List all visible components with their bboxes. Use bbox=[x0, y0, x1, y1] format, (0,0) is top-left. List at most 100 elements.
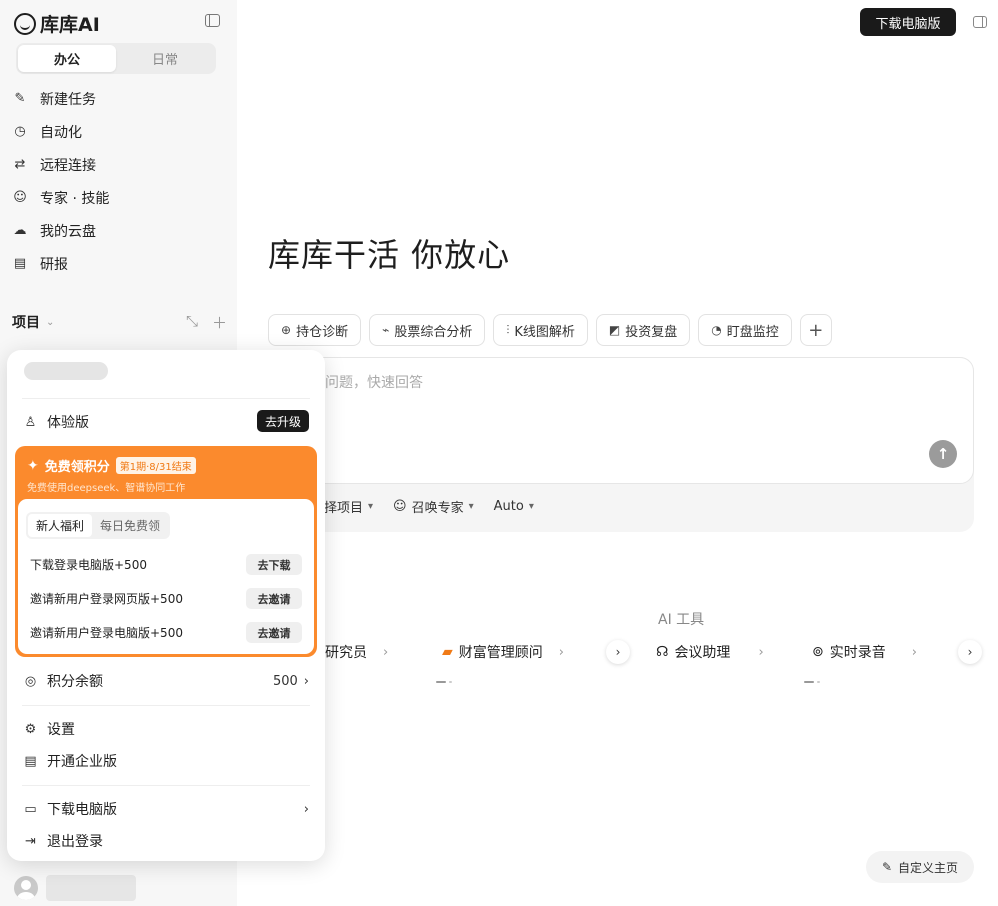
sidebar-item-label: 自动化 bbox=[40, 124, 82, 141]
add-project-icon[interactable]: ＋ bbox=[212, 312, 227, 333]
logout-icon: ⇥ bbox=[25, 833, 36, 849]
download-task-button[interactable]: 去下载 bbox=[246, 554, 302, 575]
sidebar-item-automation[interactable]: ◷ 自动化 bbox=[12, 115, 227, 148]
route-icon: ⇄ bbox=[14, 157, 26, 172]
promo-tasks-card: 新人福利 每日免费领 下载登录电脑版+500 去下载 邀请新用户登录网页版+50… bbox=[18, 499, 314, 654]
download-desktop-button[interactable]: 下载电脑版 bbox=[860, 8, 956, 36]
divider bbox=[22, 785, 310, 786]
chip-label: 股票综合分析 bbox=[394, 324, 473, 340]
tool-meeting-assistant[interactable]: ☊ 会议助理 › bbox=[656, 640, 764, 664]
username-redacted bbox=[24, 362, 108, 380]
settings-item[interactable]: ⚙ 设置 bbox=[23, 718, 309, 740]
task-row: 邀请新用户登录电脑版+500 去邀请 bbox=[30, 622, 302, 643]
chevron-right-icon: › bbox=[383, 644, 389, 660]
tab-daily[interactable]: 日常 bbox=[116, 45, 214, 72]
invite-web-button[interactable]: 去邀请 bbox=[246, 588, 302, 609]
settings-label: 设置 bbox=[47, 722, 75, 738]
tab-daily-free[interactable]: 每日免费领 bbox=[92, 514, 168, 537]
monitor-icon: ▭ bbox=[24, 801, 37, 817]
coin-icon: ◎ bbox=[24, 673, 37, 689]
tool-label: 财富管理顾问 bbox=[458, 645, 543, 661]
username-redacted bbox=[46, 875, 136, 901]
projects-label[interactable]: 项目 bbox=[12, 312, 40, 332]
prompt-input[interactable]: 问题，快速回答 ↑ bbox=[268, 357, 974, 484]
promo-period-badge: 第1期·8/31结束 bbox=[115, 457, 196, 474]
user-account[interactable] bbox=[14, 875, 136, 901]
upgrade-button[interactable]: 去升级 bbox=[257, 410, 309, 432]
chip-market-watch[interactable]: ◔ 盯盘监控 bbox=[698, 314, 792, 346]
avatar bbox=[14, 876, 38, 900]
customize-home-button[interactable]: ✎ 自定义主页 bbox=[866, 851, 974, 883]
chip-label: K线图解析 bbox=[514, 324, 575, 340]
download-desktop-item[interactable]: ▭ 下载电脑版 › bbox=[23, 798, 309, 820]
logout-item[interactable]: ⇥ 退出登录 bbox=[23, 830, 309, 852]
projects-header: 项目 ⌄ ⤡ ＋ bbox=[12, 311, 227, 333]
briefcase-icon: ⊕ bbox=[281, 323, 292, 337]
sidebar-item-label: 新建任务 bbox=[40, 91, 96, 108]
sidebar-item-cloud[interactable]: ☁ 我的云盘 bbox=[12, 214, 227, 247]
chevron-right-icon: › bbox=[303, 801, 309, 817]
pencil-icon: ✎ bbox=[881, 860, 893, 874]
app-logo[interactable]: 库库AI bbox=[14, 10, 100, 37]
carousel-dots bbox=[436, 681, 452, 684]
chip-label: 持仓诊断 bbox=[296, 324, 349, 340]
sidebar-item-label: 研报 bbox=[40, 256, 68, 273]
ai-tools-row: 研究员 › ▰ 财富管理顾问 › › ☊ 会议助理 › ⊚ 实时录音 › › bbox=[320, 640, 988, 664]
wallet-icon: ▰ bbox=[442, 644, 453, 660]
cloud-icon: ☁ bbox=[13, 223, 27, 238]
divider bbox=[22, 398, 310, 399]
sidebar-item-label: 我的云盘 bbox=[40, 223, 96, 240]
enterprise-item[interactable]: ▤ 开通企业版 bbox=[23, 750, 309, 772]
tool-label: 会议助理 bbox=[674, 645, 731, 661]
task-label: 邀请新用户登录电脑版+500 bbox=[30, 626, 183, 640]
collapse-sidebar-icon[interactable] bbox=[205, 14, 220, 27]
collapse-icon[interactable]: ⤡ bbox=[186, 312, 198, 333]
points-balance-row[interactable]: ◎ 积分余额 500 › bbox=[23, 670, 309, 692]
sidebar-item-reports[interactable]: ▤ 研报 bbox=[12, 247, 227, 280]
quick-chips: ⊕ 持仓诊断 ⌁ 股票综合分析 ⫶ K线图解析 ◩ 投资复盘 ◔ 盯盘监控 + bbox=[268, 314, 832, 346]
sidebar-item-experts[interactable]: ☺ 专家 · 技能 bbox=[12, 181, 227, 214]
tab-office[interactable]: 办公 bbox=[18, 45, 116, 72]
composer: 问题，快速回答 ↑ 择项目 ▾ ☺ 召唤专家 ▾ Auto ▾ bbox=[268, 357, 974, 532]
chip-kline[interactable]: ⫶ K线图解析 bbox=[493, 314, 588, 346]
chevron-right-icon: › bbox=[558, 644, 564, 660]
scroll-right-button[interactable]: › bbox=[606, 640, 630, 664]
scroll-right-button[interactable]: › bbox=[958, 640, 982, 664]
project-select[interactable]: 择项目 ▾ bbox=[324, 497, 373, 516]
plan-label: 体验版 bbox=[47, 415, 89, 431]
sidebar-item-new-task[interactable]: ✎ 新建任务 bbox=[12, 82, 227, 115]
chart-icon: ⌁ bbox=[382, 323, 390, 337]
send-button[interactable]: ↑ bbox=[929, 440, 957, 468]
task-label: 下载登录电脑版+500 bbox=[30, 558, 147, 572]
divider bbox=[22, 705, 310, 706]
user-icon: ♙ bbox=[24, 414, 37, 430]
sidebar-item-label: 远程连接 bbox=[40, 157, 96, 174]
account-menu: ♙ 体验版 去升级 ✦ 免费领积分 第1期·8/31结束 免费使用deepsee… bbox=[7, 350, 325, 861]
expert-select-label: 召唤专家 bbox=[411, 501, 464, 516]
sidebar-nav: ✎ 新建任务 ◷ 自动化 ⇄ 远程连接 ☺ 专家 · 技能 ☁ 我的云盘 ▤ 研… bbox=[12, 82, 227, 280]
add-chip-button[interactable]: + bbox=[799, 314, 832, 346]
sidebar-item-remote[interactable]: ⇄ 远程连接 bbox=[12, 148, 227, 181]
sparkle-icon: ✦ bbox=[27, 457, 39, 474]
chip-investment-review[interactable]: ◩ 投资复盘 bbox=[595, 314, 691, 346]
alarm-icon: ◔ bbox=[711, 323, 722, 337]
panel-toggle-icon[interactable] bbox=[973, 16, 987, 28]
clock-icon: ◷ bbox=[14, 124, 26, 139]
tool-wealth-advisor[interactable]: ▰ 财富管理顾问 › bbox=[442, 640, 564, 664]
tool-live-recording[interactable]: ⊚ 实时录音 › bbox=[812, 640, 917, 664]
chevron-down-icon[interactable]: ⌄ bbox=[46, 317, 54, 328]
invite-desktop-button[interactable]: 去邀请 bbox=[246, 622, 302, 643]
sidebar-item-label: 专家 · 技能 bbox=[40, 190, 110, 207]
chip-position-diagnosis[interactable]: ⊕ 持仓诊断 bbox=[268, 314, 362, 346]
task-label: 邀请新用户登录网页版+500 bbox=[30, 592, 183, 606]
tab-newcomer[interactable]: 新人福利 bbox=[28, 514, 93, 537]
expert-select[interactable]: ☺ 召唤专家 ▾ bbox=[393, 497, 474, 516]
tool-researcher[interactable]: 研究员 › bbox=[325, 640, 388, 664]
model-select[interactable]: Auto ▾ bbox=[494, 499, 534, 514]
model-select-label: Auto bbox=[493, 499, 524, 514]
promo-tabs: 新人福利 每日免费领 bbox=[26, 512, 171, 539]
logo-icon bbox=[14, 12, 36, 35]
chip-stock-analysis[interactable]: ⌁ 股票综合分析 bbox=[369, 314, 486, 346]
points-promo: ✦ 免费领积分 第1期·8/31结束 免费使用deepseek、智谱协同工作 新… bbox=[15, 446, 317, 657]
tool-label: 实时录音 bbox=[829, 645, 886, 661]
